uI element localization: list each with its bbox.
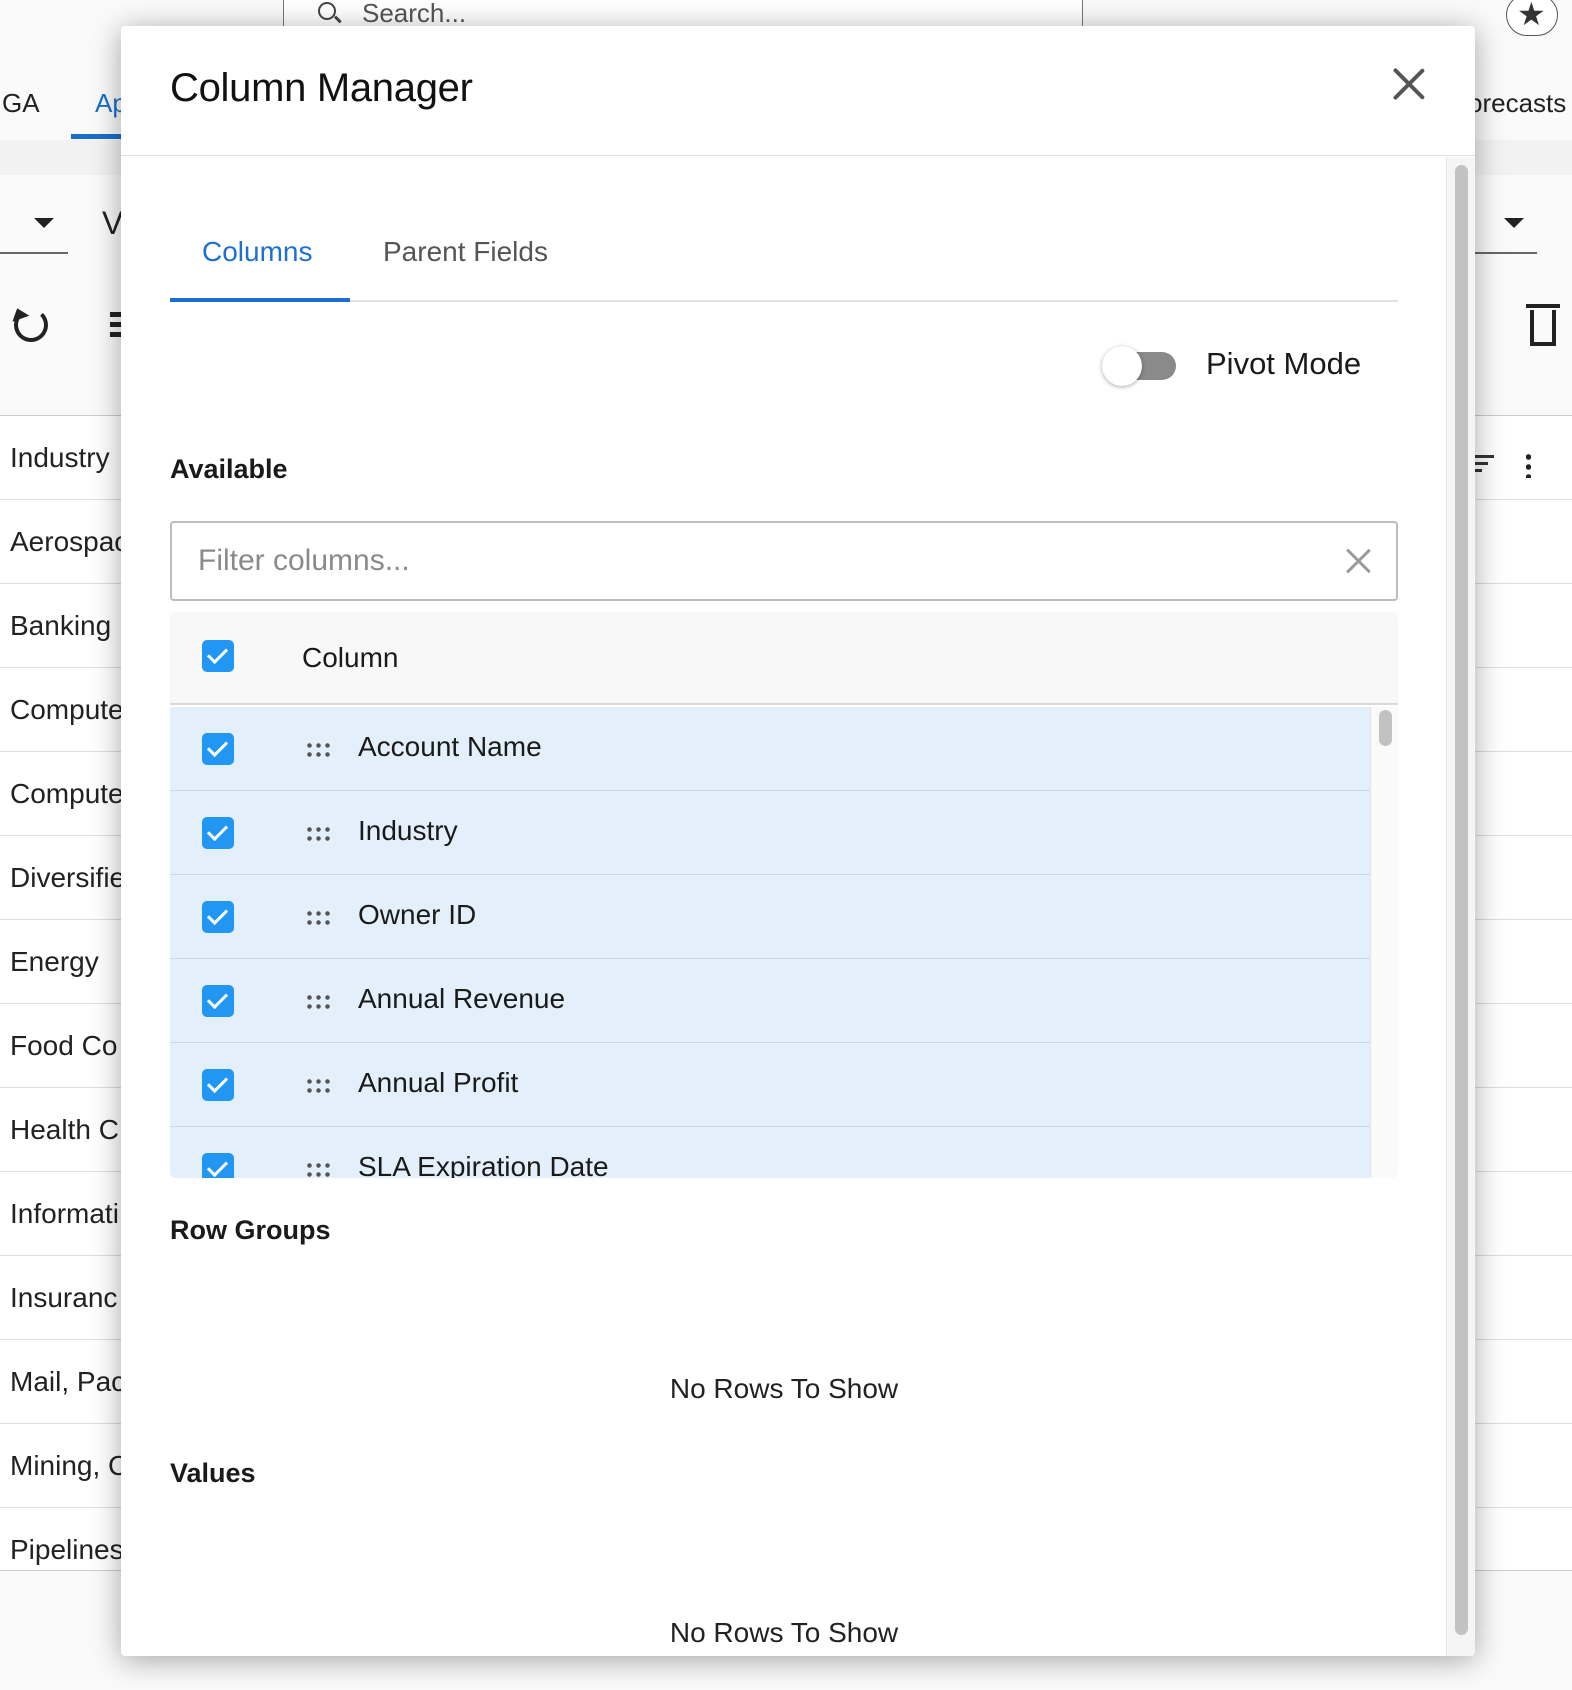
select-all-checkbox[interactable] [202,640,234,672]
dialog-body: Columns Parent Fields Pivot Mode Availab… [121,157,1446,1656]
tab-parent-fields[interactable]: Parent Fields [383,217,548,302]
columns-header: Column [170,612,1398,705]
pivot-mode-toggle[interactable] [1102,346,1176,386]
column-label: Owner ID [358,899,477,930]
scrollbar-thumb[interactable] [1379,710,1392,746]
refresh-icon[interactable] [14,308,48,342]
column-checkbox[interactable] [202,733,234,765]
list-item[interactable]: Industry [170,791,1370,875]
available-label: Available [170,454,288,484]
column-label: Annual Profit [358,1067,519,1098]
values-empty: No Rows To Show [669,1617,899,1648]
dialog-header: Column Manager [121,26,1475,156]
clear-filter-icon[interactable] [1345,548,1371,574]
pivot-mode-label: Pivot Mode [1206,346,1362,381]
trash-icon[interactable] [1526,304,1560,346]
tab-bar: Columns Parent Fields [170,217,1398,302]
dropdown-underline [1475,252,1537,254]
star-icon[interactable]: ★ [1506,0,1558,36]
drag-handle-icon[interactable] [305,909,331,925]
chevron-down-icon[interactable] [34,218,54,228]
filter-columns-input[interactable] [172,523,1312,599]
column-manager-dialog: Column Manager Columns Parent Fields Piv… [121,26,1475,1656]
column-checkbox[interactable] [202,817,234,849]
drag-handle-icon[interactable] [305,1077,331,1093]
nav-tab-forecasts[interactable]: orecasts [1468,88,1566,119]
available-columns-list: Column Account Name Industry Owner ID An… [170,612,1398,1178]
row-groups-empty: No Rows To Show [669,1373,899,1404]
column-label: Annual Revenue [358,983,566,1014]
row-groups-label: Row Groups [170,1215,331,1245]
columns-rows: Account Name Industry Owner ID Annual Re… [170,707,1398,1178]
column-checkbox[interactable] [202,985,234,1017]
search-icon [318,2,336,20]
columns-header-label: Column [302,642,399,673]
filter-icon[interactable] [1472,455,1494,473]
drag-handle-icon[interactable] [305,1161,331,1177]
columns-scrollbar[interactable] [1370,707,1398,1178]
column-label: Account Name [358,731,542,762]
list-item[interactable]: Annual Profit [170,1043,1370,1127]
column-label: SLA Expiration Date [358,1151,609,1178]
filter-columns-field [170,521,1398,601]
drag-handle-icon[interactable] [305,825,331,841]
drag-handle-icon[interactable] [305,993,331,1009]
column-label: Industry [358,815,458,846]
column-checkbox[interactable] [202,901,234,933]
search-placeholder: Search... [362,0,467,28]
list-item[interactable]: Account Name [170,707,1370,791]
nav-tab-ga[interactable]: GA [2,88,40,119]
scrollbar-thumb[interactable] [1455,165,1468,1635]
column-checkbox[interactable] [202,1069,234,1101]
list-item[interactable]: Annual Revenue [170,959,1370,1043]
toggle-knob [1102,346,1142,386]
values-label: Values [170,1458,256,1488]
dropdown-underline [0,252,68,254]
close-icon[interactable] [1391,66,1427,102]
list-item[interactable]: SLA Expiration Date [170,1127,1370,1178]
dialog-scrollbar[interactable] [1446,157,1475,1656]
more-vert-icon[interactable] [1526,452,1531,478]
tab-columns[interactable]: Columns [170,217,350,302]
global-search[interactable]: Search... [283,0,1083,28]
column-checkbox[interactable] [202,1153,234,1178]
dialog-title: Column Manager [170,66,473,110]
drag-handle-icon[interactable] [305,741,331,757]
list-item[interactable]: Owner ID [170,875,1370,959]
chevron-down-icon[interactable] [1504,218,1524,228]
